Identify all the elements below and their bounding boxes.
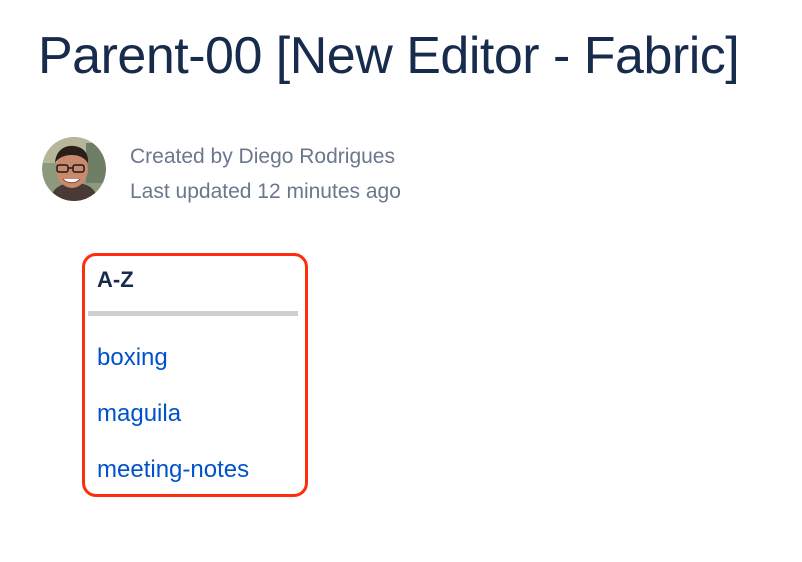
az-divider (88, 311, 298, 316)
avatar[interactable] (42, 137, 106, 201)
list-item: maguila (97, 400, 249, 456)
page-byline: Created by Diego Rodrigues Last updated … (42, 137, 401, 209)
az-link-boxing[interactable]: boxing (97, 344, 168, 371)
az-index-panel: A-Z boxing maguila meeting-notes (82, 253, 308, 497)
az-link-list: boxing maguila meeting-notes (97, 344, 249, 512)
az-heading: A-Z (97, 267, 134, 292)
page-title: Parent-00 [New Editor - Fabric] (38, 27, 740, 85)
list-item: meeting-notes (97, 456, 249, 512)
last-updated-text[interactable]: Last updated 12 minutes ago (130, 174, 401, 209)
byline-text: Created by Diego Rodrigues Last updated … (130, 139, 401, 209)
list-item: boxing (97, 344, 249, 400)
az-link-maguila[interactable]: maguila (97, 400, 181, 427)
az-link-meeting-notes[interactable]: meeting-notes (97, 456, 249, 483)
created-by-text: Created by Diego Rodrigues (130, 145, 395, 168)
